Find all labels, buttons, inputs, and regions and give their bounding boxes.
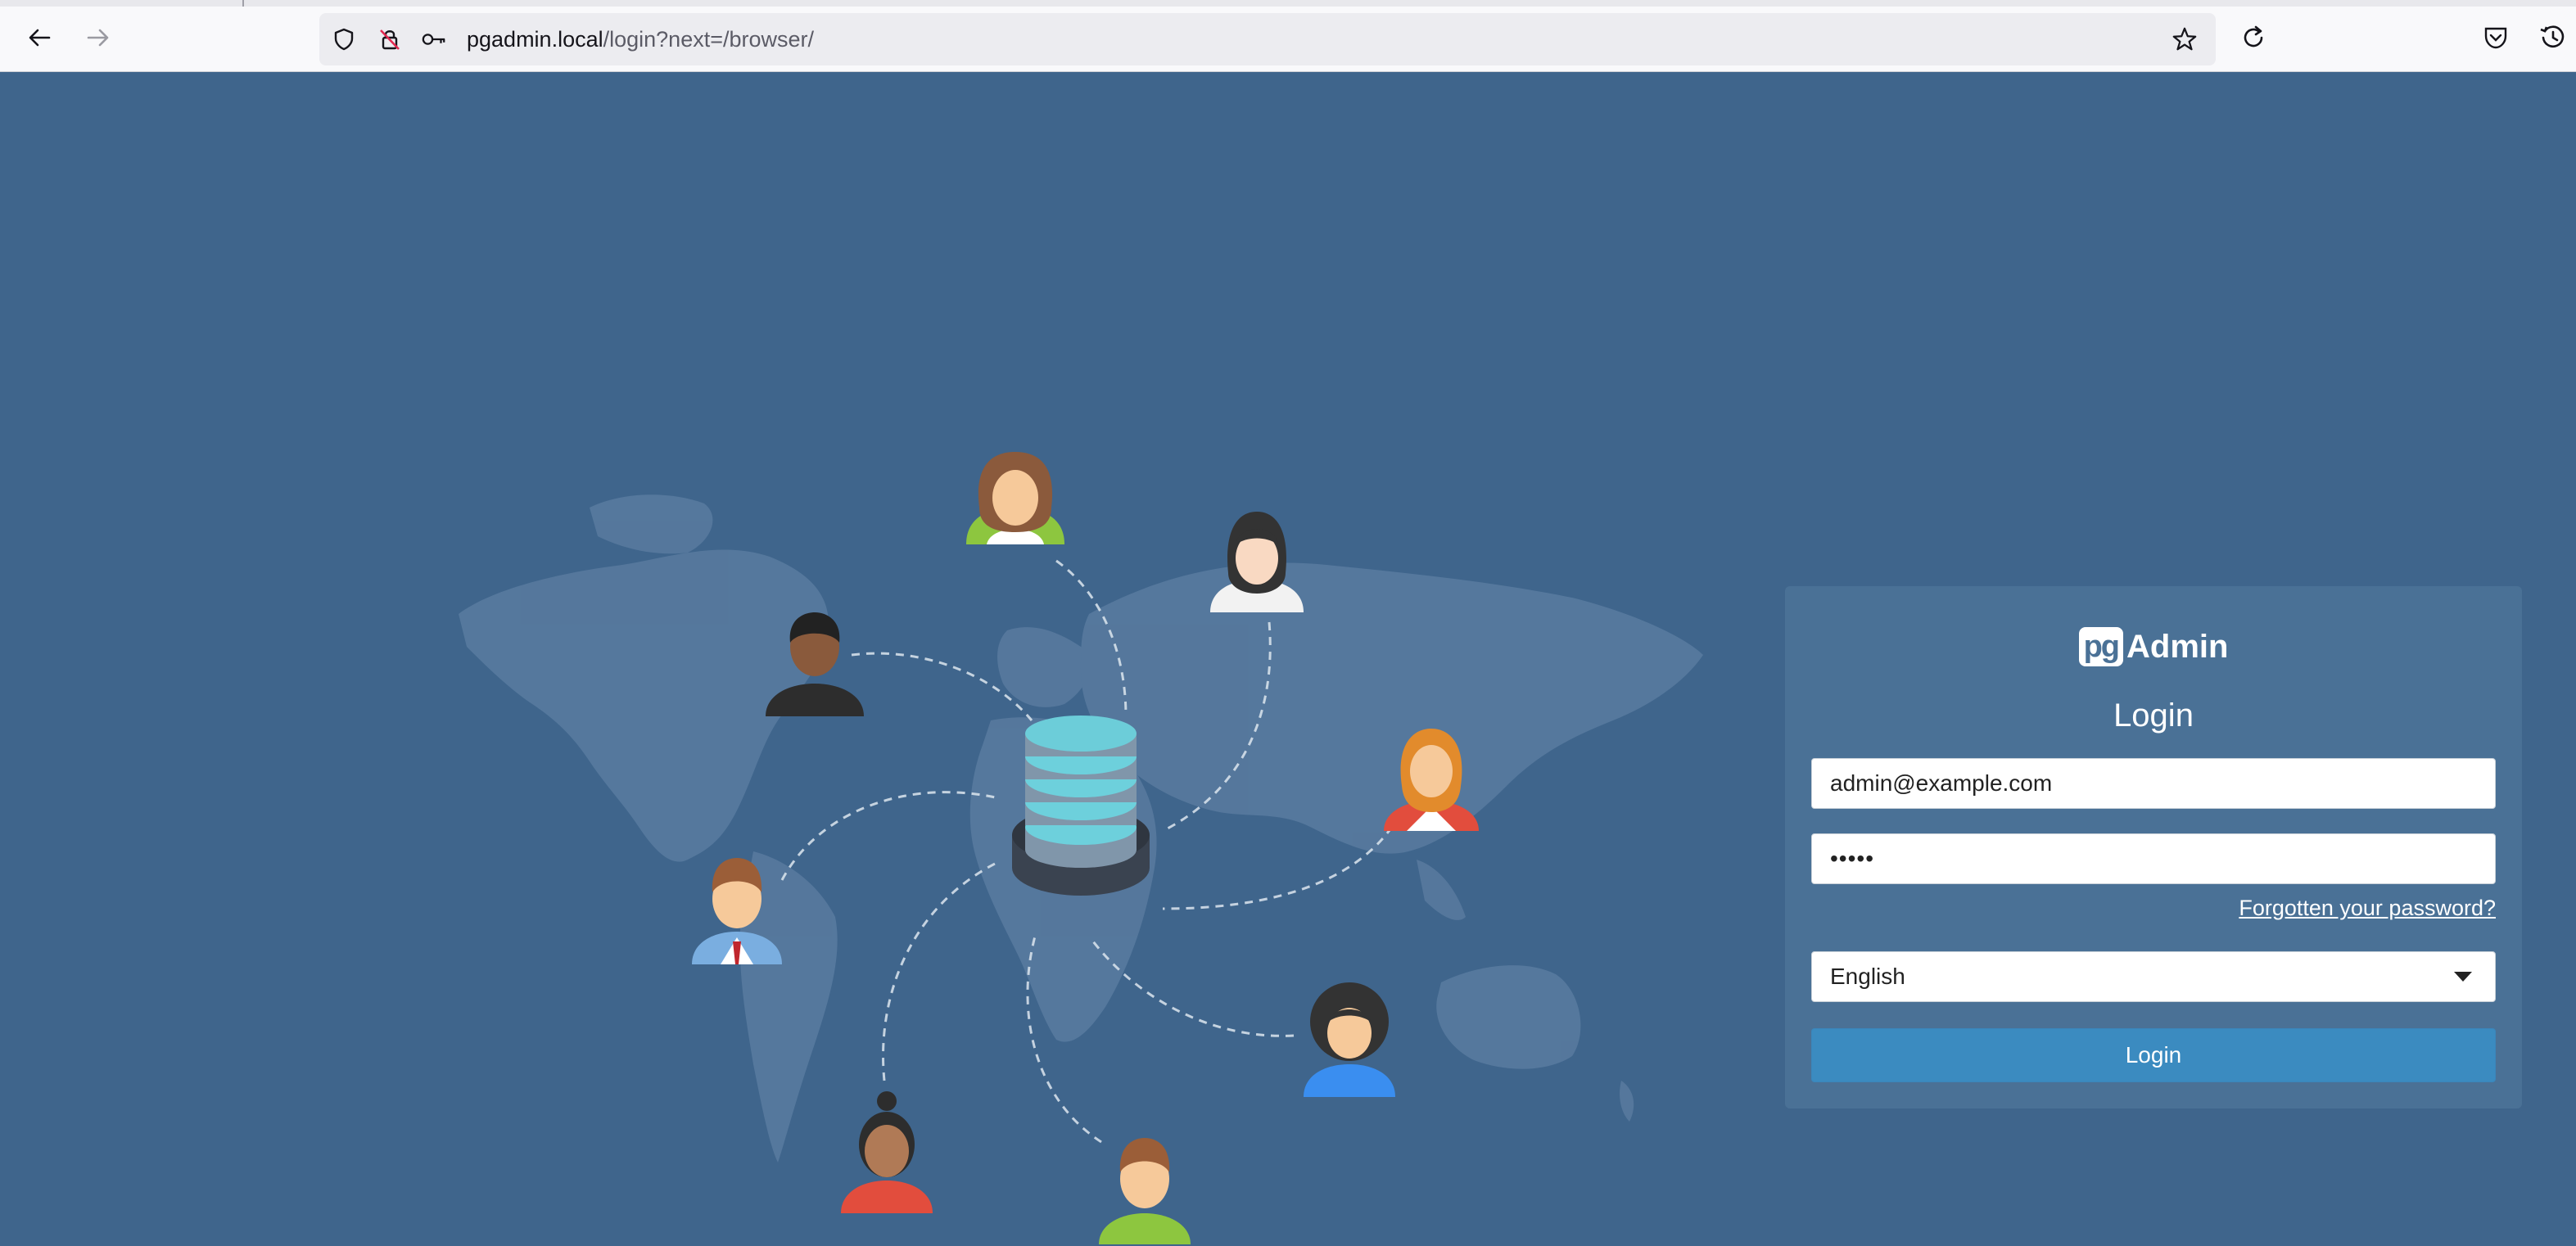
password-field[interactable]: ••••• (1811, 833, 2496, 884)
key-icon[interactable] (421, 26, 447, 52)
history-icon[interactable] (2537, 21, 2569, 54)
forward-button[interactable] (80, 20, 116, 56)
bookmark-star-icon[interactable] (2172, 26, 2198, 52)
back-arrow-icon (29, 29, 51, 47)
insecure-lock-icon[interactable] (377, 26, 403, 52)
forgot-password-link[interactable]: Forgotten your password? (2239, 896, 2496, 921)
browser-toolbar: pgadmin.local/login?next=/browser/ (0, 0, 2576, 72)
person-avatar-icon-1 (966, 452, 1064, 544)
language-select[interactable]: English (1811, 951, 2496, 1002)
url-host: pgadmin.local (467, 27, 603, 52)
world-map-illustration (459, 452, 1703, 1244)
database-icon (1012, 716, 1150, 896)
person-avatar-icon-2 (1210, 512, 1304, 612)
language-value: English (1830, 964, 1905, 989)
reload-icon[interactable] (2237, 21, 2270, 54)
tab-strip (0, 0, 2576, 7)
login-title: Login (2113, 697, 2194, 734)
email-field[interactable]: admin@example.com (1811, 758, 2496, 809)
logo-text: Admin (2126, 628, 2229, 665)
login-panel: pg Admin Login admin@example.com ••••• F… (1785, 586, 2522, 1108)
back-button[interactable] (21, 20, 57, 56)
forward-arrow-icon (87, 29, 109, 47)
address-bar[interactable]: pgadmin.local/login?next=/browser/ (319, 13, 2216, 65)
pgadmin-logo: pg Admin (1785, 622, 2522, 671)
login-button[interactable]: Login (1811, 1028, 2496, 1082)
shield-icon[interactable] (331, 26, 357, 52)
pocket-icon[interactable] (2479, 21, 2512, 54)
url-path: /login?next=/browser/ (603, 27, 815, 52)
person-avatar-icon-7 (841, 1091, 933, 1213)
url-text[interactable]: pgadmin.local/login?next=/browser/ (467, 13, 814, 65)
person-avatar-icon-8 (1099, 1138, 1191, 1244)
chevron-down-icon (2454, 972, 2472, 982)
logo-mark: pg (2078, 627, 2123, 666)
person-avatar-icon-6 (1304, 982, 1395, 1097)
